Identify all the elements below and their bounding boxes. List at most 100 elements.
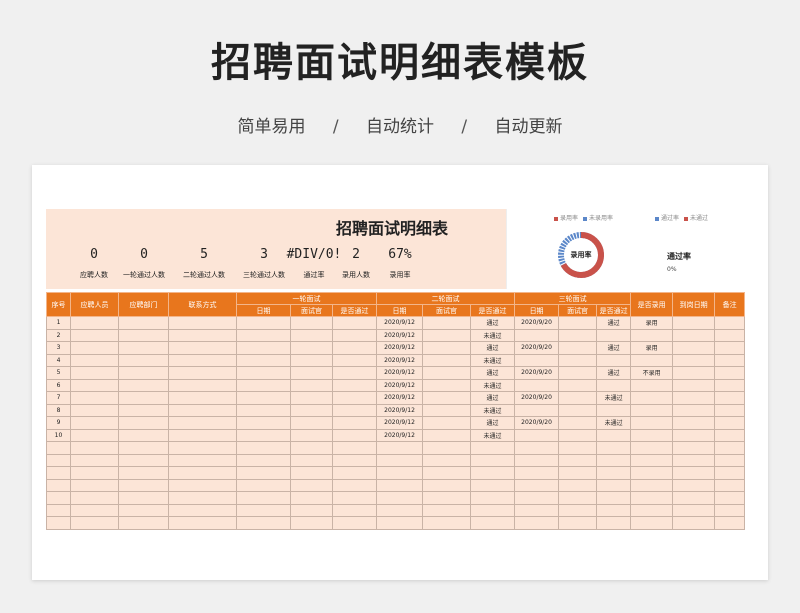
table-cell[interactable]	[236, 391, 291, 405]
table-cell[interactable]	[422, 391, 472, 405]
table-cell[interactable]	[714, 391, 746, 405]
table-cell[interactable]	[422, 403, 472, 417]
table-cell[interactable]: 2020/9/12	[376, 403, 424, 417]
table-cell[interactable]	[672, 516, 716, 530]
table-cell[interactable]	[331, 453, 378, 467]
table-cell[interactable]	[331, 478, 378, 492]
table-cell[interactable]	[70, 391, 119, 405]
table-cell[interactable]	[46, 453, 71, 467]
table-cell[interactable]	[290, 328, 333, 342]
table-cell[interactable]: 通过	[596, 316, 632, 330]
table-cell[interactable]	[331, 491, 378, 505]
table-cell[interactable]	[290, 416, 333, 430]
table-cell[interactable]	[470, 466, 516, 480]
table-cell[interactable]	[630, 491, 674, 505]
table-cell[interactable]	[70, 428, 119, 442]
table-cell[interactable]	[514, 353, 560, 367]
table-cell[interactable]: 2020/9/12	[376, 341, 424, 355]
table-cell[interactable]	[514, 478, 560, 492]
table-cell[interactable]	[236, 341, 291, 355]
table-cell[interactable]	[376, 516, 424, 530]
table-cell[interactable]	[422, 516, 472, 530]
table-cell[interactable]	[558, 441, 598, 455]
table-cell[interactable]	[290, 378, 333, 392]
table-cell[interactable]	[630, 403, 674, 417]
table-cell[interactable]	[290, 366, 333, 380]
table-cell[interactable]	[630, 353, 674, 367]
table-cell[interactable]	[422, 503, 472, 517]
table-cell[interactable]	[331, 503, 378, 517]
table-cell[interactable]	[168, 353, 237, 367]
table-cell[interactable]	[331, 416, 378, 430]
table-cell[interactable]: 录用	[630, 316, 674, 330]
table-cell[interactable]	[331, 403, 378, 417]
table-cell[interactable]	[630, 328, 674, 342]
table-cell[interactable]	[70, 503, 119, 517]
table-cell[interactable]	[672, 353, 716, 367]
table-cell[interactable]	[596, 428, 632, 442]
table-cell[interactable]	[168, 428, 237, 442]
table-cell[interactable]	[672, 428, 716, 442]
table-cell[interactable]	[630, 441, 674, 455]
table-cell[interactable]	[376, 478, 424, 492]
table-cell[interactable]	[118, 328, 169, 342]
table-cell[interactable]	[236, 403, 291, 417]
table-cell[interactable]	[514, 428, 560, 442]
table-cell[interactable]	[168, 328, 237, 342]
table-cell[interactable]: 3	[46, 341, 71, 355]
table-cell[interactable]: 未通过	[470, 328, 516, 342]
table-cell[interactable]	[118, 478, 169, 492]
table-cell[interactable]	[558, 378, 598, 392]
table-cell[interactable]	[46, 516, 71, 530]
table-cell[interactable]	[596, 503, 632, 517]
table-cell[interactable]	[70, 353, 119, 367]
table-cell[interactable]	[236, 428, 291, 442]
table-cell[interactable]: 不录用	[630, 366, 674, 380]
table-cell[interactable]	[596, 466, 632, 480]
table-cell[interactable]	[168, 378, 237, 392]
table-cell[interactable]: 通过	[470, 366, 516, 380]
table-cell[interactable]	[422, 466, 472, 480]
table-cell[interactable]	[672, 391, 716, 405]
table-cell[interactable]	[168, 441, 237, 455]
table-cell[interactable]	[118, 353, 169, 367]
table-cell[interactable]	[118, 403, 169, 417]
table-cell[interactable]	[290, 403, 333, 417]
table-cell[interactable]	[331, 341, 378, 355]
table-cell[interactable]	[422, 478, 472, 492]
table-cell[interactable]	[596, 378, 632, 392]
table-cell[interactable]	[290, 491, 333, 505]
table-cell[interactable]	[168, 391, 237, 405]
table-cell[interactable]	[236, 516, 291, 530]
table-cell[interactable]	[331, 466, 378, 480]
table-cell[interactable]	[236, 316, 291, 330]
table-cell[interactable]	[236, 416, 291, 430]
table-cell[interactable]	[70, 416, 119, 430]
table-cell[interactable]: 9	[46, 416, 71, 430]
table-cell[interactable]	[596, 453, 632, 467]
table-cell[interactable]	[672, 478, 716, 492]
table-cell[interactable]	[714, 428, 746, 442]
table-cell[interactable]	[714, 516, 746, 530]
table-cell[interactable]	[236, 328, 291, 342]
table-cell[interactable]	[236, 441, 291, 455]
table-cell[interactable]	[672, 466, 716, 480]
table-cell[interactable]	[331, 441, 378, 455]
table-cell[interactable]: 2020/9/20	[514, 391, 560, 405]
table-cell[interactable]	[422, 366, 472, 380]
table-cell[interactable]	[331, 328, 378, 342]
table-cell[interactable]	[290, 453, 333, 467]
table-cell[interactable]: 2020/9/12	[376, 416, 424, 430]
table-cell[interactable]: 通过	[596, 341, 632, 355]
table-cell[interactable]	[558, 328, 598, 342]
table-cell[interactable]	[422, 353, 472, 367]
table-cell[interactable]: 未通过	[596, 416, 632, 430]
table-cell[interactable]: 录用	[630, 341, 674, 355]
table-cell[interactable]	[672, 503, 716, 517]
table-cell[interactable]	[630, 391, 674, 405]
table-cell[interactable]	[290, 441, 333, 455]
table-cell[interactable]	[376, 491, 424, 505]
table-cell[interactable]: 2020/9/20	[514, 316, 560, 330]
table-cell[interactable]	[672, 453, 716, 467]
table-cell[interactable]	[714, 453, 746, 467]
